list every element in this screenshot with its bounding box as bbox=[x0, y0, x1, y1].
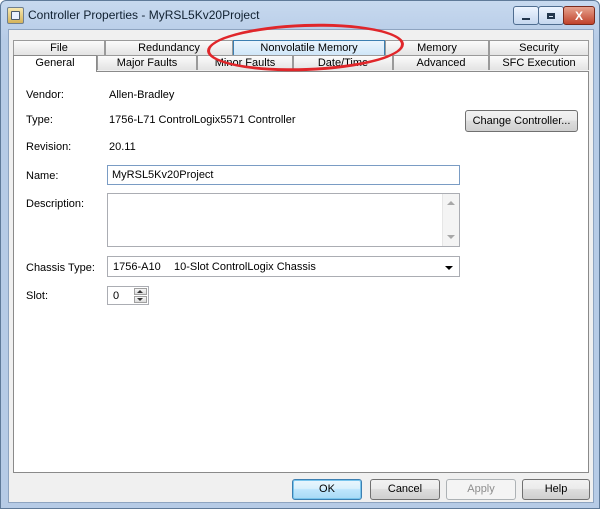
tab-major-faults[interactable]: Major Faults bbox=[97, 55, 197, 70]
description-label: Description: bbox=[26, 198, 85, 210]
tab-date-time[interactable]: Date/Time bbox=[293, 55, 393, 70]
cancel-button[interactable]: Cancel bbox=[370, 479, 440, 500]
name-label: Name: bbox=[26, 170, 59, 182]
tab-sfc-execution[interactable]: SFC Execution bbox=[489, 55, 589, 70]
tab-memory[interactable]: Memory bbox=[385, 40, 489, 55]
minimize-button[interactable] bbox=[513, 6, 539, 25]
tab-file[interactable]: File bbox=[13, 40, 105, 55]
general-tab-page: Vendor: Allen-Bradley Type: 1756-L71 Con… bbox=[13, 71, 589, 473]
window-title: Controller Properties - MyRSL5Kv20Projec… bbox=[28, 8, 260, 22]
close-icon: X bbox=[574, 8, 583, 23]
scroll-up-icon[interactable] bbox=[447, 201, 455, 205]
description-scrollbar[interactable] bbox=[442, 194, 459, 246]
minimize-icon bbox=[522, 17, 530, 20]
title-bar: Controller Properties - MyRSL5Kv20Projec… bbox=[1, 1, 599, 29]
chassis-type-select[interactable]: 1756-A10 10-Slot ControlLogix Chassis bbox=[107, 256, 460, 277]
chevron-down-icon bbox=[445, 266, 453, 270]
slot-stepper[interactable]: 0 bbox=[107, 286, 149, 305]
maximize-icon bbox=[547, 12, 555, 19]
controller-properties-dialog: Controller Properties - MyRSL5Kv20Projec… bbox=[0, 0, 600, 509]
vendor-value: Allen-Bradley bbox=[109, 89, 175, 101]
revision-label: Revision: bbox=[26, 141, 72, 153]
tab-minor-faults[interactable]: Minor Faults bbox=[197, 55, 293, 70]
help-button[interactable]: Help bbox=[522, 479, 590, 500]
slot-increment-button[interactable] bbox=[134, 288, 147, 295]
change-controller-button[interactable]: Change Controller... bbox=[465, 110, 578, 132]
chassis-type-label: Chassis Type: bbox=[26, 262, 95, 274]
tab-advanced[interactable]: Advanced bbox=[393, 55, 489, 70]
type-value: 1756-L71 ControlLogix5571 Controller bbox=[109, 114, 296, 126]
apply-button[interactable]: Apply bbox=[446, 479, 516, 500]
maximize-button[interactable] bbox=[538, 6, 564, 25]
type-label: Type: bbox=[26, 114, 53, 126]
slot-value: 0 bbox=[113, 290, 120, 302]
name-field[interactable]: MyRSL5Kv20Project bbox=[107, 165, 460, 185]
tab-security[interactable]: Security bbox=[489, 40, 589, 55]
ok-button[interactable]: OK bbox=[292, 479, 362, 500]
slot-decrement-button[interactable] bbox=[134, 296, 147, 303]
tab-redundancy[interactable]: Redundancy bbox=[105, 40, 233, 55]
tab-nonvolatile-memory[interactable]: Nonvolatile Memory bbox=[233, 40, 385, 55]
scroll-down-icon[interactable] bbox=[447, 235, 455, 239]
controller-properties-icon bbox=[7, 7, 24, 24]
chassis-type-code: 1756-A10 bbox=[113, 261, 161, 273]
chevron-down-icon bbox=[137, 298, 143, 301]
vendor-label: Vendor: bbox=[26, 89, 64, 101]
close-button[interactable]: X bbox=[563, 6, 595, 25]
slot-label: Slot: bbox=[26, 290, 49, 302]
chevron-up-icon bbox=[137, 290, 143, 293]
description-field[interactable] bbox=[107, 193, 460, 247]
tab-general[interactable]: General bbox=[13, 55, 97, 72]
dialog-client-area: File Redundancy Nonvolatile Memory Memor… bbox=[8, 29, 594, 503]
chassis-type-description: 10-Slot ControlLogix Chassis bbox=[174, 261, 316, 273]
revision-value: 20.11 bbox=[109, 141, 136, 153]
